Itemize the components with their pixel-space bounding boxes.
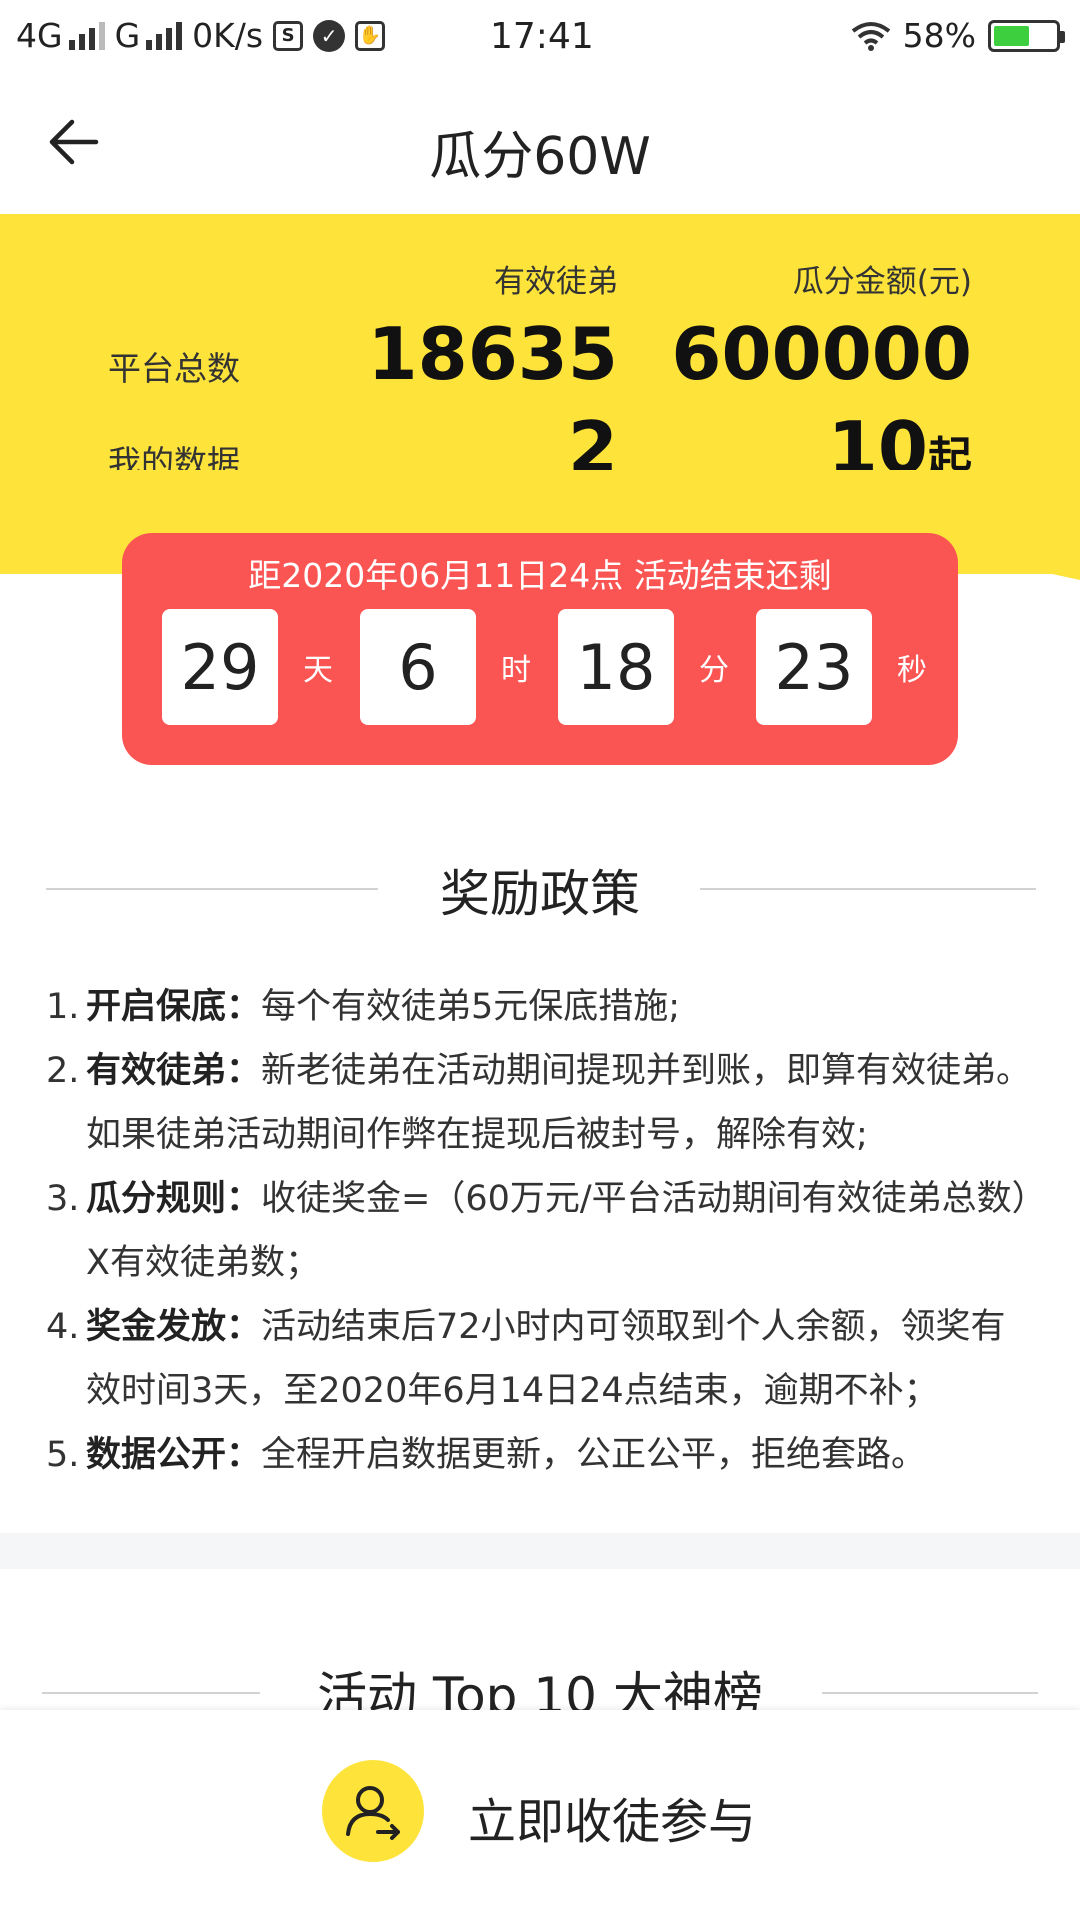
policy-item-text: 开启保底：每个有效徒弟5元保底措施; [86, 975, 680, 1039]
platform-total-label: 平台总数 [108, 349, 240, 388]
countdown-minutes: 18 [558, 609, 674, 725]
network-g-indicator: G [115, 16, 183, 55]
section-divider [822, 1692, 1038, 1694]
status-right: 58% [851, 16, 1065, 55]
days-unit: 天 [303, 653, 333, 688]
policy-item-label: 有效徒弟： [86, 1051, 262, 1091]
nav-header: 瓜分60W [0, 74, 1080, 214]
policy-title: 奖励政策 [440, 865, 640, 923]
seconds-unit: 秒 [897, 653, 927, 688]
section-separator [0, 1533, 1080, 1569]
recruit-button-label[interactable]: 立即收徒参与 [468, 1782, 756, 1852]
countdown-title: 距2020年06月11日24点 活动结束还剩 [248, 556, 832, 595]
recruit-button-icon[interactable] [322, 1760, 424, 1862]
countdown-seconds: 23 [756, 609, 872, 725]
signal-icon [68, 21, 105, 50]
policy-item-text: 瓜分规则：收徒奖金=（60万元/平台活动期间有效徒弟总数）X有效徒弟数； [86, 1167, 1036, 1295]
minutes-unit: 分 [699, 653, 729, 688]
check-icon: ✓ [313, 19, 346, 52]
net-speed: 0K/s [192, 16, 264, 55]
sim-icon: S [273, 20, 304, 51]
page-title: 瓜分60W [429, 127, 651, 187]
user-arrow-icon [346, 1786, 400, 1840]
network-label: 4G [16, 16, 63, 55]
status-bar: 4G G 0K/s S ✓ ✋ 17:41 58% [0, 0, 1080, 74]
policy-item: 5. 数据公开：全程开启数据更新，公正公平，拒绝套路。 [46, 1423, 1036, 1487]
network-4g-indicator: 4G [16, 16, 105, 55]
valid-disciples-header: 有效徒弟 [494, 264, 618, 300]
section-divider [700, 888, 1036, 890]
policy-item-number: 1. [46, 987, 80, 1027]
bottom-action-bar: 立即收徒参与 [0, 1710, 1080, 1920]
policy-item-body: 全程开启数据更新，公正公平，拒绝套路。 [261, 1435, 927, 1475]
policy-item-text: 数据公开：全程开启数据更新，公正公平，拒绝套路。 [86, 1423, 926, 1487]
signal-icon [146, 21, 183, 50]
policy-item-number: 3. [46, 1179, 80, 1219]
policy-item-number: 2. [46, 1051, 80, 1091]
status-left: 4G G 0K/s S ✓ ✋ [16, 16, 386, 55]
platform-disciples-value: 18635 [367, 312, 619, 396]
countdown-days: 29 [162, 609, 278, 725]
battery-icon [988, 19, 1065, 52]
policy-item-number: 5. [46, 1435, 80, 1475]
countdown-panel: 距2020年06月11日24点 活动结束还剩 29 天 6 时 18 分 23 … [122, 533, 958, 765]
policy-item-label: 瓜分规则： [86, 1179, 262, 1219]
policy-item-label: 奖金发放： [86, 1307, 262, 1347]
wifi-icon [851, 21, 890, 51]
policy-item: 1. 开启保底：每个有效徒弟5元保底措施; [46, 975, 1036, 1039]
countdown-hours: 6 [360, 609, 476, 725]
hand-icon: ✋ [355, 20, 386, 51]
policy-item-label: 数据公开： [86, 1435, 262, 1475]
network-label: G [114, 16, 141, 55]
policy-item-label: 开启保底： [86, 987, 262, 1027]
policy-list: 1. 开启保底：每个有效徒弟5元保底措施; 2. 有效徒弟：新老徒弟在活动期间提现并到… [46, 975, 1036, 1487]
policy-item-text: 有效徒弟：新老徒弟在活动期间提现并到账，即算有效徒弟。如果徒弟活动期间作弊在提现… [86, 1039, 1036, 1167]
clock: 17:41 [490, 16, 594, 57]
policy-item-body: 每个有效徒弟5元保底措施; [261, 987, 681, 1027]
hours-unit: 时 [501, 653, 531, 688]
share-amount-header: 瓜分金额(元) [792, 264, 972, 300]
policy-item-number: 4. [46, 1307, 80, 1347]
battery-percent: 58% [902, 16, 976, 55]
policy-item: 3. 瓜分规则：收徒奖金=（60万元/平台活动期间有效徒弟总数）X有效徒弟数； [46, 1167, 1036, 1295]
policy-item: 2. 有效徒弟：新老徒弟在活动期间提现并到账，即算有效徒弟。如果徒弟活动期间作弊在… [46, 1039, 1036, 1167]
policy-item-text: 奖金发放：活动结束后72小时内可领取到个人余额，领奖有效时间3天，至2020年6… [86, 1295, 1036, 1423]
policy-item: 4. 奖金发放：活动结束后72小时内可领取到个人余额，领奖有效时间3天，至2020… [46, 1295, 1036, 1423]
platform-amount-value: 600000 [671, 312, 972, 396]
